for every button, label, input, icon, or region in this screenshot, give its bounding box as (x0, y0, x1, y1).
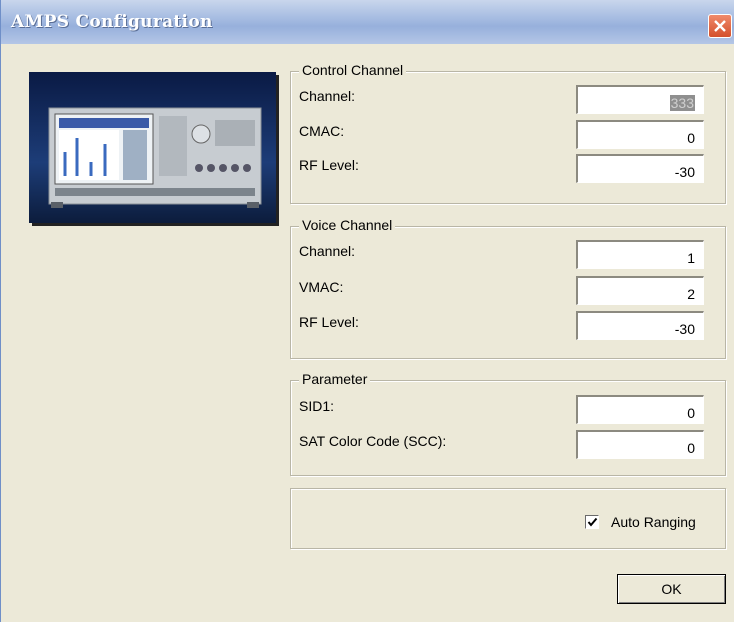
auto-ranging-checkbox[interactable] (585, 515, 599, 529)
voice-rf-level-label: RF Level: (299, 314, 359, 330)
vmac-label: VMAC: (299, 279, 344, 295)
control-rf-level-input[interactable]: -30 (576, 154, 704, 183)
voice-channel-label: Channel: (299, 243, 356, 259)
control-channel-label: Channel: (299, 88, 356, 104)
window-title: AMPS Configuration (11, 12, 213, 32)
instrument-photo (29, 72, 276, 223)
voice-rf-level-input[interactable]: -30 (576, 311, 704, 340)
cmac-label: CMAC: (299, 123, 345, 139)
title-bar[interactable]: AMPS Configuration (1, 0, 734, 44)
control-channel-input[interactable]: 333 (576, 85, 704, 114)
scc-label: SAT Color Code (SCC): (299, 433, 447, 449)
sid1-label: SID1: (299, 398, 335, 414)
voice-channel-input[interactable]: 1 (576, 240, 704, 269)
ok-button[interactable]: OK (617, 574, 726, 604)
close-icon (714, 20, 726, 32)
close-button[interactable] (708, 14, 732, 38)
parameter-legend: Parameter (299, 371, 371, 387)
control-rf-level-label: RF Level: (299, 157, 359, 173)
vmac-input[interactable]: 2 (576, 276, 704, 305)
instrument-image (29, 72, 276, 223)
control-channel-legend: Control Channel (299, 62, 407, 78)
sid1-input[interactable]: 0 (576, 395, 704, 424)
cmac-input[interactable]: 0 (576, 120, 704, 149)
scc-input[interactable]: 0 (576, 430, 704, 459)
auto-ranging-label[interactable]: Auto Ranging (611, 514, 696, 530)
voice-channel-legend: Voice Channel (299, 217, 396, 233)
amps-config-dialog: AMPS Configuration Control Channel Chann… (0, 0, 734, 622)
checkmark-icon (587, 517, 598, 527)
control-channel-value: 333 (669, 95, 695, 111)
